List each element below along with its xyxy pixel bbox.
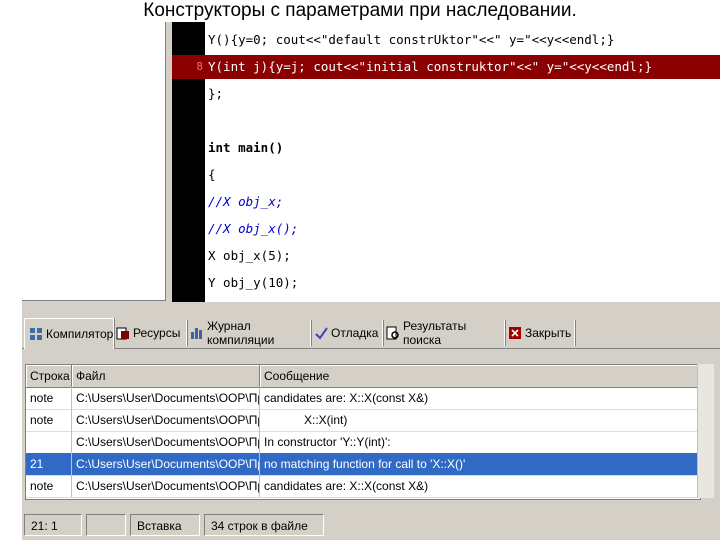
- code-line[interactable]: {: [172, 163, 720, 187]
- cell-message: X::X(int): [264, 413, 348, 427]
- code-editor[interactable]: Y(){y=0; cout<<"default constrUktor"<<" …: [172, 22, 720, 302]
- cell-line: note: [26, 475, 72, 497]
- cell-line: note: [26, 387, 72, 409]
- code-text: X obj_x(5);: [208, 248, 291, 263]
- code-line[interactable]: //X obj_x;: [172, 190, 720, 214]
- table-row[interactable]: note C:\Users\User\Documents\OOP\Пр... c…: [26, 475, 700, 498]
- code-text: {: [208, 167, 216, 182]
- table-row[interactable]: note C:\Users\User\Documents\OOP\Пр... c…: [26, 387, 700, 410]
- slide-title: Конструкторы с параметрами при наследова…: [143, 0, 577, 21]
- column-header-file[interactable]: Файл: [72, 365, 260, 387]
- cursor-position: 21: 1: [24, 514, 82, 536]
- resources-icon: [116, 326, 130, 340]
- tab-debug[interactable]: Отладка: [310, 320, 383, 346]
- grid-icon: [29, 327, 43, 341]
- bottom-tab-strip: Компилятор Ресурсы Журнал компиляции Отл…: [22, 318, 720, 349]
- project-tree-pane[interactable]: [22, 22, 166, 301]
- tab-resources[interactable]: Ресурсы: [112, 320, 187, 346]
- column-header-message[interactable]: Сообщение: [260, 365, 700, 387]
- table-row[interactable]: note C:\Users\User\Documents\OOP\Пр... X…: [26, 409, 700, 432]
- insert-mode: Вставка: [130, 514, 200, 536]
- compiler-messages-table: Строка Файл Сообщение note C:\Users\User…: [25, 364, 701, 500]
- line-number: 8: [196, 60, 203, 73]
- chart-icon: [190, 326, 204, 340]
- cell-file: C:\Users\User\Documents\OOP\Пр...: [72, 453, 260, 475]
- checkmark-icon: [314, 326, 328, 340]
- tab-label: Результаты поиска: [403, 319, 467, 347]
- tab-label: Журнал компиляции: [207, 319, 275, 347]
- cell-file: C:\Users\User\Documents\OOP\Пр...: [72, 475, 260, 497]
- code-line[interactable]: };: [172, 82, 720, 106]
- cell-file: C:\Users\User\Documents\OOP\Пр...: [72, 409, 260, 431]
- code-text: Y(int j){y=j; cout<<"initial construktor…: [208, 59, 653, 74]
- code-line[interactable]: Y obj_y(10);: [172, 271, 720, 295]
- column-header-line[interactable]: Строка: [26, 365, 72, 387]
- code-line[interactable]: X obj_x(5);: [172, 244, 720, 268]
- cell-message: candidates are: X::X(const X&): [264, 479, 429, 493]
- tab-close[interactable]: Закрыть: [504, 320, 575, 346]
- cell-file: C:\Users\User\Documents\OOP\Пр...: [72, 431, 260, 453]
- search-results-icon: [386, 326, 400, 340]
- cell-line: 21: [26, 453, 72, 475]
- status-empty-panel: [86, 514, 126, 536]
- table-row[interactable]: C:\Users\User\Documents\OOP\Пр... In con…: [26, 431, 700, 454]
- cell-line: [26, 431, 72, 453]
- code-text: };: [208, 86, 224, 101]
- code-line[interactable]: Y(){y=0; cout<<"default constrUktor"<<" …: [172, 28, 720, 52]
- tab-label: Компилятор: [46, 327, 114, 341]
- tab-compiler[interactable]: Компилятор: [24, 318, 114, 349]
- table-header: Строка Файл Сообщение: [26, 365, 700, 388]
- code-text: Y obj_y(10);: [208, 275, 299, 290]
- cell-line: note: [26, 409, 72, 431]
- tab-label: Закрыть: [525, 326, 572, 340]
- line-count: 34 строк в файле: [204, 514, 324, 536]
- ide-window: Y(){y=0; cout<<"default constrUktor"<<" …: [22, 22, 720, 540]
- table-row-selected[interactable]: 21 C:\Users\User\Documents\OOP\Пр... no …: [26, 453, 700, 476]
- tab-search-results[interactable]: Результаты поиска: [382, 319, 505, 347]
- code-text: int main(): [208, 140, 284, 155]
- tab-compile-log[interactable]: Журнал компиляции: [186, 319, 311, 347]
- code-line[interactable]: //X obj_x();: [172, 217, 720, 241]
- code-text: //X obj_x;: [208, 194, 284, 209]
- code-line[interactable]: int main(): [172, 136, 720, 160]
- code-line-highlighted[interactable]: 8 Y(int j){y=j; cout<<"initial construkto…: [172, 55, 720, 79]
- close-tab-icon: [508, 326, 522, 340]
- code-line[interactable]: [172, 109, 720, 133]
- status-bar: 21: 1 Вставка 34 строк в файле: [22, 512, 720, 538]
- cell-message: no matching function for call to 'X::X()…: [264, 457, 466, 471]
- tab-label: Отладка: [331, 326, 379, 340]
- code-text: Y(){y=0; cout<<"default constrUktor"<<" …: [208, 32, 615, 47]
- tab-label: Ресурсы: [133, 326, 181, 340]
- code-text: //X obj_x();: [208, 221, 299, 236]
- messages-scrollbar[interactable]: [697, 364, 714, 498]
- cell-message: candidates are: X::X(const X&): [264, 391, 429, 405]
- cell-file: C:\Users\User\Documents\OOP\Пр...: [72, 387, 260, 409]
- cell-message: In constructor 'Y::Y(int)':: [264, 435, 391, 449]
